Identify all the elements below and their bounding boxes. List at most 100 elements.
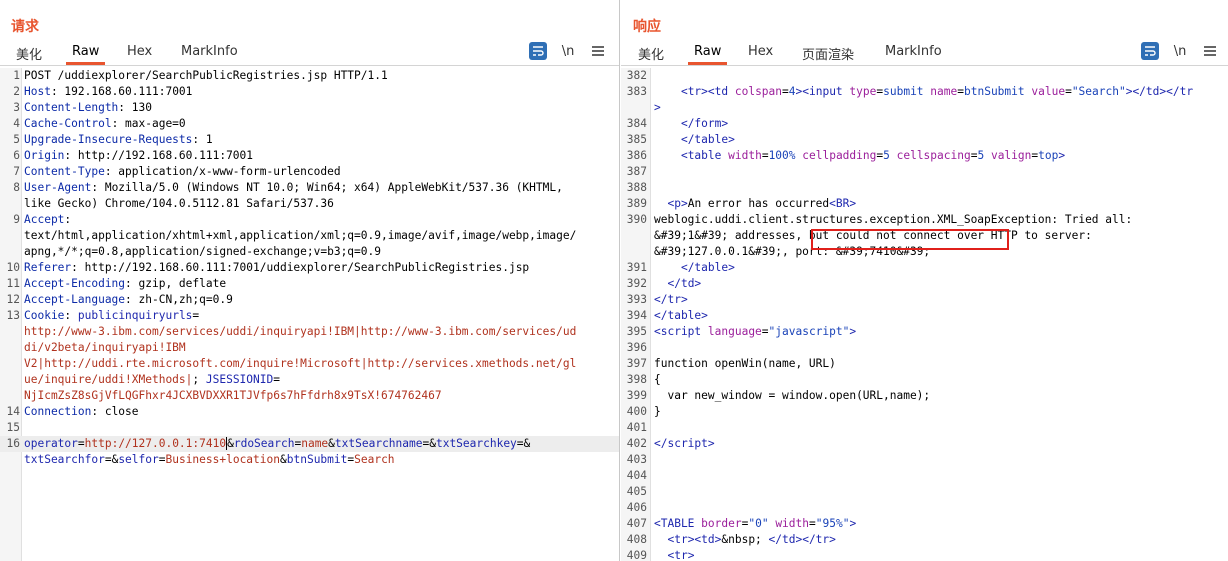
request-line-text: di/v2beta/inquiryapi!IBM (24, 341, 186, 354)
response-line-number: 391 (626, 261, 647, 274)
response-tab-raw[interactable]: Raw (688, 44, 728, 65)
response-tab-pretty[interactable]: 美化 (632, 44, 670, 63)
request-line-text: text/html,application/xhtml+xml,applicat… (24, 229, 577, 242)
response-tab-markinfo[interactable]: MarkInfo (879, 44, 948, 59)
response-editor[interactable]: 382 383 <tr><td colspan=4><input type=sub… (621, 68, 1228, 561)
request-title: 请求 (11, 19, 39, 35)
response-line-text: } (654, 405, 661, 418)
request-tab-raw[interactable]: Raw (66, 44, 106, 65)
response-menu-button[interactable] (1201, 42, 1219, 60)
response-newline-toggle[interactable]: \n (1171, 42, 1189, 60)
request-line-number: 13 (6, 309, 20, 322)
request-code-line: 16 operator=http://127.0.0.1:7410&rdoSear… (0, 436, 619, 452)
response-line-number: 398 (626, 373, 647, 386)
response-line-number: 409 (626, 549, 647, 561)
request-tab-hex[interactable]: Hex (121, 44, 158, 59)
request-code-line: 13 Cookie: publicinquiryurls= (0, 308, 619, 324)
response-line-text: </table> (654, 309, 708, 322)
request-editor[interactable]: 1 POST /uddiexplorer/SearchPublicRegistri… (0, 68, 619, 561)
response-code-line: 406 (621, 500, 1228, 516)
response-code-line: 397 function openWin(name, URL) (621, 356, 1228, 372)
response-line-number: 384 (626, 117, 647, 130)
request-pane: 请求 美化 Raw Hex MarkInfo \n 1 POST /uddiexp… (0, 0, 620, 561)
request-line-number: 9 (13, 213, 20, 226)
response-line-text: <table width=100% cellpadding=5 cellspac… (680, 149, 1066, 162)
request-menu-button[interactable] (589, 42, 607, 60)
response-line-number: 387 (626, 165, 647, 178)
request-tab-markinfo[interactable]: MarkInfo (175, 44, 244, 59)
request-line-number: 2 (13, 85, 20, 98)
request-line-number: 3 (13, 101, 20, 114)
response-line-number: 383 (626, 85, 647, 98)
response-line-text: <tr> (667, 549, 695, 561)
response-code-line: 409 <tr> (621, 548, 1228, 561)
response-line-number: 396 (626, 341, 647, 354)
request-line-text: ue/inquire/uddi!XMethods|; JSESSIONID= (24, 373, 280, 386)
response-code-line: 402 </script> (621, 436, 1228, 452)
request-line-text: Referer: http://192.168.60.111:7001/uddi… (24, 261, 530, 274)
response-line-number: 392 (626, 277, 647, 290)
request-line-number: 12 (6, 293, 20, 306)
request-line-text: http://www-3.ibm.com/services/uddi/inqui… (24, 325, 577, 338)
response-code-line: 392 </td> (621, 276, 1228, 292)
response-line-text: var new_window = window.open(URL,name); (654, 389, 931, 402)
response-wrap-toggle[interactable] (1141, 42, 1159, 60)
response-line-text: </tr> (654, 293, 688, 306)
response-code-line: 407 <TABLE border="0" width="95%"> (621, 516, 1228, 532)
request-code-line: di/v2beta/inquiryapi!IBM (0, 340, 619, 356)
response-line-number: 408 (626, 533, 647, 546)
response-code-line: 404 (621, 468, 1228, 484)
request-line-number: 7 (13, 165, 20, 178)
response-line-text: <script language="javascript"> (654, 325, 857, 338)
request-code-line: like Gecko) Chrome/104.0.5112.81 Safari/… (0, 196, 619, 212)
request-line-text: NjIcmZsZ8sGjVfLQGFhxr4JCXBVDXXR1TJVfp6s7… (24, 389, 442, 402)
response-line-text: <tr><td colspan=4><input type=submit nam… (680, 85, 1194, 98)
response-code-line: > (621, 100, 1228, 116)
response-code-line: 403 (621, 452, 1228, 468)
response-line-text: </table> (680, 261, 735, 274)
response-code-line: 396 (621, 340, 1228, 356)
response-tab-render[interactable]: 页面渲染 (796, 44, 860, 63)
request-code-line: 10 Referer: http://192.168.60.111:7001/ud… (0, 260, 619, 276)
response-tab-hex[interactable]: Hex (742, 44, 779, 59)
response-title: 响应 (633, 19, 661, 35)
request-line-text: apng,*/*;q=0.8,application/signed-exchan… (24, 245, 381, 258)
request-line-text: V2|http://uddi.rte.microsoft.com/inquire… (24, 357, 577, 370)
response-line-number: 394 (626, 309, 647, 322)
request-code-line: 1 POST /uddiexplorer/SearchPublicRegistri… (0, 68, 619, 84)
request-tab-pretty[interactable]: 美化 (10, 44, 48, 63)
response-line-text: </form> (680, 117, 729, 130)
request-line-text: POST /uddiexplorer/SearchPublicRegistrie… (24, 69, 388, 82)
request-code-line: 5 Upgrade-Insecure-Requests: 1 (0, 132, 619, 148)
response-line-text: </table> (680, 133, 735, 146)
request-code-line: txtSearchfor=&selfor=Business+location&b… (0, 452, 619, 468)
response-code-line: 386 <table width=100% cellpadding=5 cell… (621, 148, 1228, 164)
request-code-line: 14 Connection: close (0, 404, 619, 420)
request-line-text: Accept-Encoding: gzip, deflate (24, 277, 227, 290)
request-line-number: 4 (13, 117, 20, 130)
request-wrap-toggle[interactable] (529, 42, 547, 60)
request-line-number: 11 (6, 277, 20, 290)
response-line-number: 393 (626, 293, 647, 306)
response-line-text: <TABLE border="0" width="95%"> (654, 517, 857, 530)
word-wrap-icon (1145, 46, 1156, 56)
request-line-text: Upgrade-Insecure-Requests: 1 (24, 133, 213, 146)
response-line-text: > (654, 101, 661, 114)
request-line-text: like Gecko) Chrome/104.0.5112.81 Safari/… (24, 197, 334, 210)
request-line-text: Host: 192.168.60.111:7001 (24, 85, 193, 98)
response-code-line: &#39;1&#39; addresses, but could not con… (621, 228, 1228, 244)
response-line-number: 401 (626, 421, 647, 434)
response-code-line: 385 </table> (621, 132, 1228, 148)
request-code-line: text/html,application/xhtml+xml,applicat… (0, 228, 619, 244)
response-code-line: 401 (621, 420, 1228, 436)
request-line-text: Content-Length: 130 (24, 101, 152, 114)
request-code-line: 8 User-Agent: Mozilla/5.0 (Windows NT 10.… (0, 180, 619, 196)
response-line-number: 395 (626, 325, 647, 338)
hamburger-icon (592, 46, 604, 56)
request-newline-toggle[interactable]: \n (559, 42, 577, 60)
request-code-line: http://www-3.ibm.com/services/uddi/inqui… (0, 324, 619, 340)
response-code-line: 398 { (621, 372, 1228, 388)
response-code-line: 394 </table> (621, 308, 1228, 324)
word-wrap-icon (533, 46, 544, 56)
response-line-number: 388 (626, 181, 647, 194)
